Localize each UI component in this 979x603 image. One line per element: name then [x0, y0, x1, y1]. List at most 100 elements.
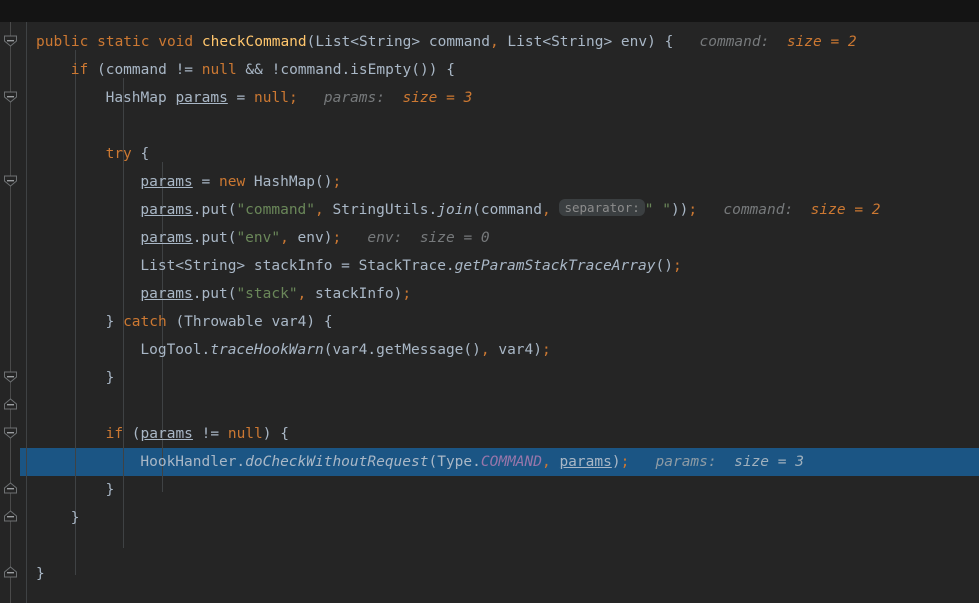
debug-hint-name: params: [655, 454, 717, 470]
code-token: (Throwable var4) { [166, 314, 333, 330]
debug-hint-value: size = 0 [419, 230, 490, 246]
code-token: .put( [192, 202, 237, 218]
code-line[interactable]: params = new HashMap(); [0, 168, 979, 196]
code-token: () [655, 258, 673, 274]
code-token: && !command.isEmpty()) { [236, 62, 455, 78]
code-token: , [541, 454, 551, 470]
code-token: "stack" [236, 286, 298, 302]
code-token: catch [123, 314, 167, 330]
code-token: } [105, 370, 115, 386]
code-line[interactable]: if (params != null) { [0, 420, 979, 448]
code-line[interactable]: HashMap params = null; params: size = 3 [0, 84, 979, 112]
fold-collapse-icon[interactable] [3, 425, 18, 440]
code-token: params [140, 426, 193, 442]
code-token: env) [288, 230, 333, 246]
fold-expand-icon[interactable] [3, 509, 18, 524]
code-line[interactable]: LogTool.traceHookWarn(var4.getMessage(),… [0, 336, 979, 364]
code-line[interactable] [0, 532, 979, 560]
code-token: ; [542, 342, 551, 358]
debug-hint-name: command: [723, 202, 794, 218]
debug-hint-value: size = 3 [402, 90, 473, 106]
code-token: List<String> env) { [498, 34, 674, 50]
fold-collapse-icon[interactable] [3, 173, 18, 188]
code-line[interactable]: if (command != null && !command.isEmpty(… [0, 56, 979, 84]
code-token: "command" [236, 202, 316, 218]
code-token: new [218, 174, 246, 190]
code-line[interactable] [0, 112, 979, 140]
hint-spacer [717, 454, 734, 470]
code-line[interactable]: } [0, 560, 979, 588]
code-token: (var4.getMessage() [323, 342, 481, 358]
hint-spacer [769, 34, 786, 50]
code-token: , [280, 230, 289, 246]
code-line[interactable]: } [0, 476, 979, 504]
code-token: } [70, 510, 80, 526]
code-surface[interactable]: public static void checkCommand(List<Str… [0, 22, 979, 603]
code-token: try [105, 146, 132, 162]
code-token: HashMap() [245, 174, 333, 190]
code-token: = [227, 90, 255, 106]
code-token: (command != [88, 62, 202, 78]
code-token: "env" [236, 230, 281, 246]
code-token: ) [611, 454, 621, 470]
code-token: ; [672, 258, 682, 274]
fold-collapse-icon[interactable] [3, 89, 18, 104]
fold-expand-icon[interactable] [3, 397, 18, 412]
code-token: LogTool. [140, 342, 211, 358]
hint-spacer [402, 230, 419, 246]
fold-expand-icon[interactable] [3, 481, 18, 496]
code-token: null [254, 90, 289, 106]
hint-gap [341, 230, 367, 246]
hint-spacer [385, 90, 402, 106]
hint-gap [629, 454, 655, 470]
code-token: } [36, 566, 45, 582]
hint-gap [298, 90, 324, 106]
editor-gutter[interactable] [0, 22, 20, 603]
code-token: params [140, 174, 193, 190]
fold-collapse-icon[interactable] [3, 33, 18, 48]
code-token: , [297, 286, 307, 302]
code-token: != [192, 426, 228, 442]
code-token: )) [670, 202, 689, 218]
debug-hint-name: command: [699, 34, 770, 50]
code-token: doCheckWithoutRequest [245, 454, 429, 470]
fold-collapse-icon[interactable] [3, 369, 18, 384]
code-line[interactable]: } [0, 504, 979, 532]
code-line[interactable]: params.put("stack", stackInfo); [0, 280, 979, 308]
code-line[interactable]: try { [0, 140, 979, 168]
code-token: params [559, 454, 612, 470]
code-token: HashMap [105, 90, 176, 106]
code-token: if [105, 426, 124, 442]
code-token: StringUtils. [323, 202, 438, 218]
code-token: ; [288, 90, 298, 106]
code-line[interactable]: } catch (Throwable var4) { [0, 308, 979, 336]
code-line[interactable]: List<String> stackInfo = StackTrace.getP… [0, 252, 979, 280]
debug-hint-value: size = 3 [734, 454, 804, 470]
code-token: ( [123, 426, 141, 442]
hint-gap [697, 202, 723, 218]
code-token: ; [402, 286, 412, 302]
code-token: null [201, 62, 237, 78]
code-token: COMMAND [480, 454, 542, 470]
window-titlebar [0, 0, 979, 22]
code-token: if [70, 62, 89, 78]
code-line[interactable]: params.put("command", StringUtils.join(c… [0, 196, 979, 224]
code-line[interactable]: params.put("env", env); env: size = 0 [0, 224, 979, 252]
code-token: , [489, 34, 499, 50]
code-token: ; [332, 230, 342, 246]
code-token: " " [644, 202, 671, 218]
code-token: } [105, 314, 124, 330]
code-token: var4) [489, 342, 542, 358]
code-token: List<String> stackInfo = StackTrace. [140, 258, 455, 274]
fold-expand-icon[interactable] [3, 565, 18, 580]
code-token: ; [688, 202, 698, 218]
code-token: .put( [192, 286, 237, 302]
code-token: (Type. [428, 454, 481, 470]
code-line[interactable] [0, 392, 979, 420]
code-line[interactable]: public static void checkCommand(List<Str… [0, 28, 979, 56]
code-token: join [437, 202, 473, 218]
code-token: (command [472, 202, 543, 218]
parameter-name-inlay-hint: separator: [559, 199, 645, 216]
code-line[interactable]: } [0, 364, 979, 392]
code-editor[interactable]: } public static void checkCommand(List<S… [0, 22, 979, 603]
